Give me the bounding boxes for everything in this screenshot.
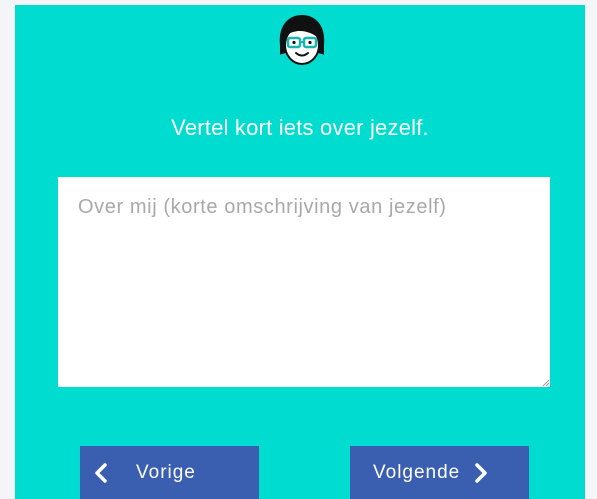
previous-button[interactable]: Vorige [80,446,259,499]
page-heading: Vertel kort iets over jezelf. [171,115,429,140]
previous-button-label: Vorige [136,461,196,483]
avatar-icon [273,11,331,73]
next-button[interactable]: Volgende [350,446,529,499]
onboarding-panel: Vertel kort iets over jezelf. Vorige Vol… [15,5,585,499]
about-me-textarea[interactable] [58,177,550,387]
next-button-label: Volgende [373,461,461,483]
chevron-right-icon [475,462,487,483]
chevron-left-icon [95,462,107,483]
resize-handle-icon[interactable] [542,379,550,387]
